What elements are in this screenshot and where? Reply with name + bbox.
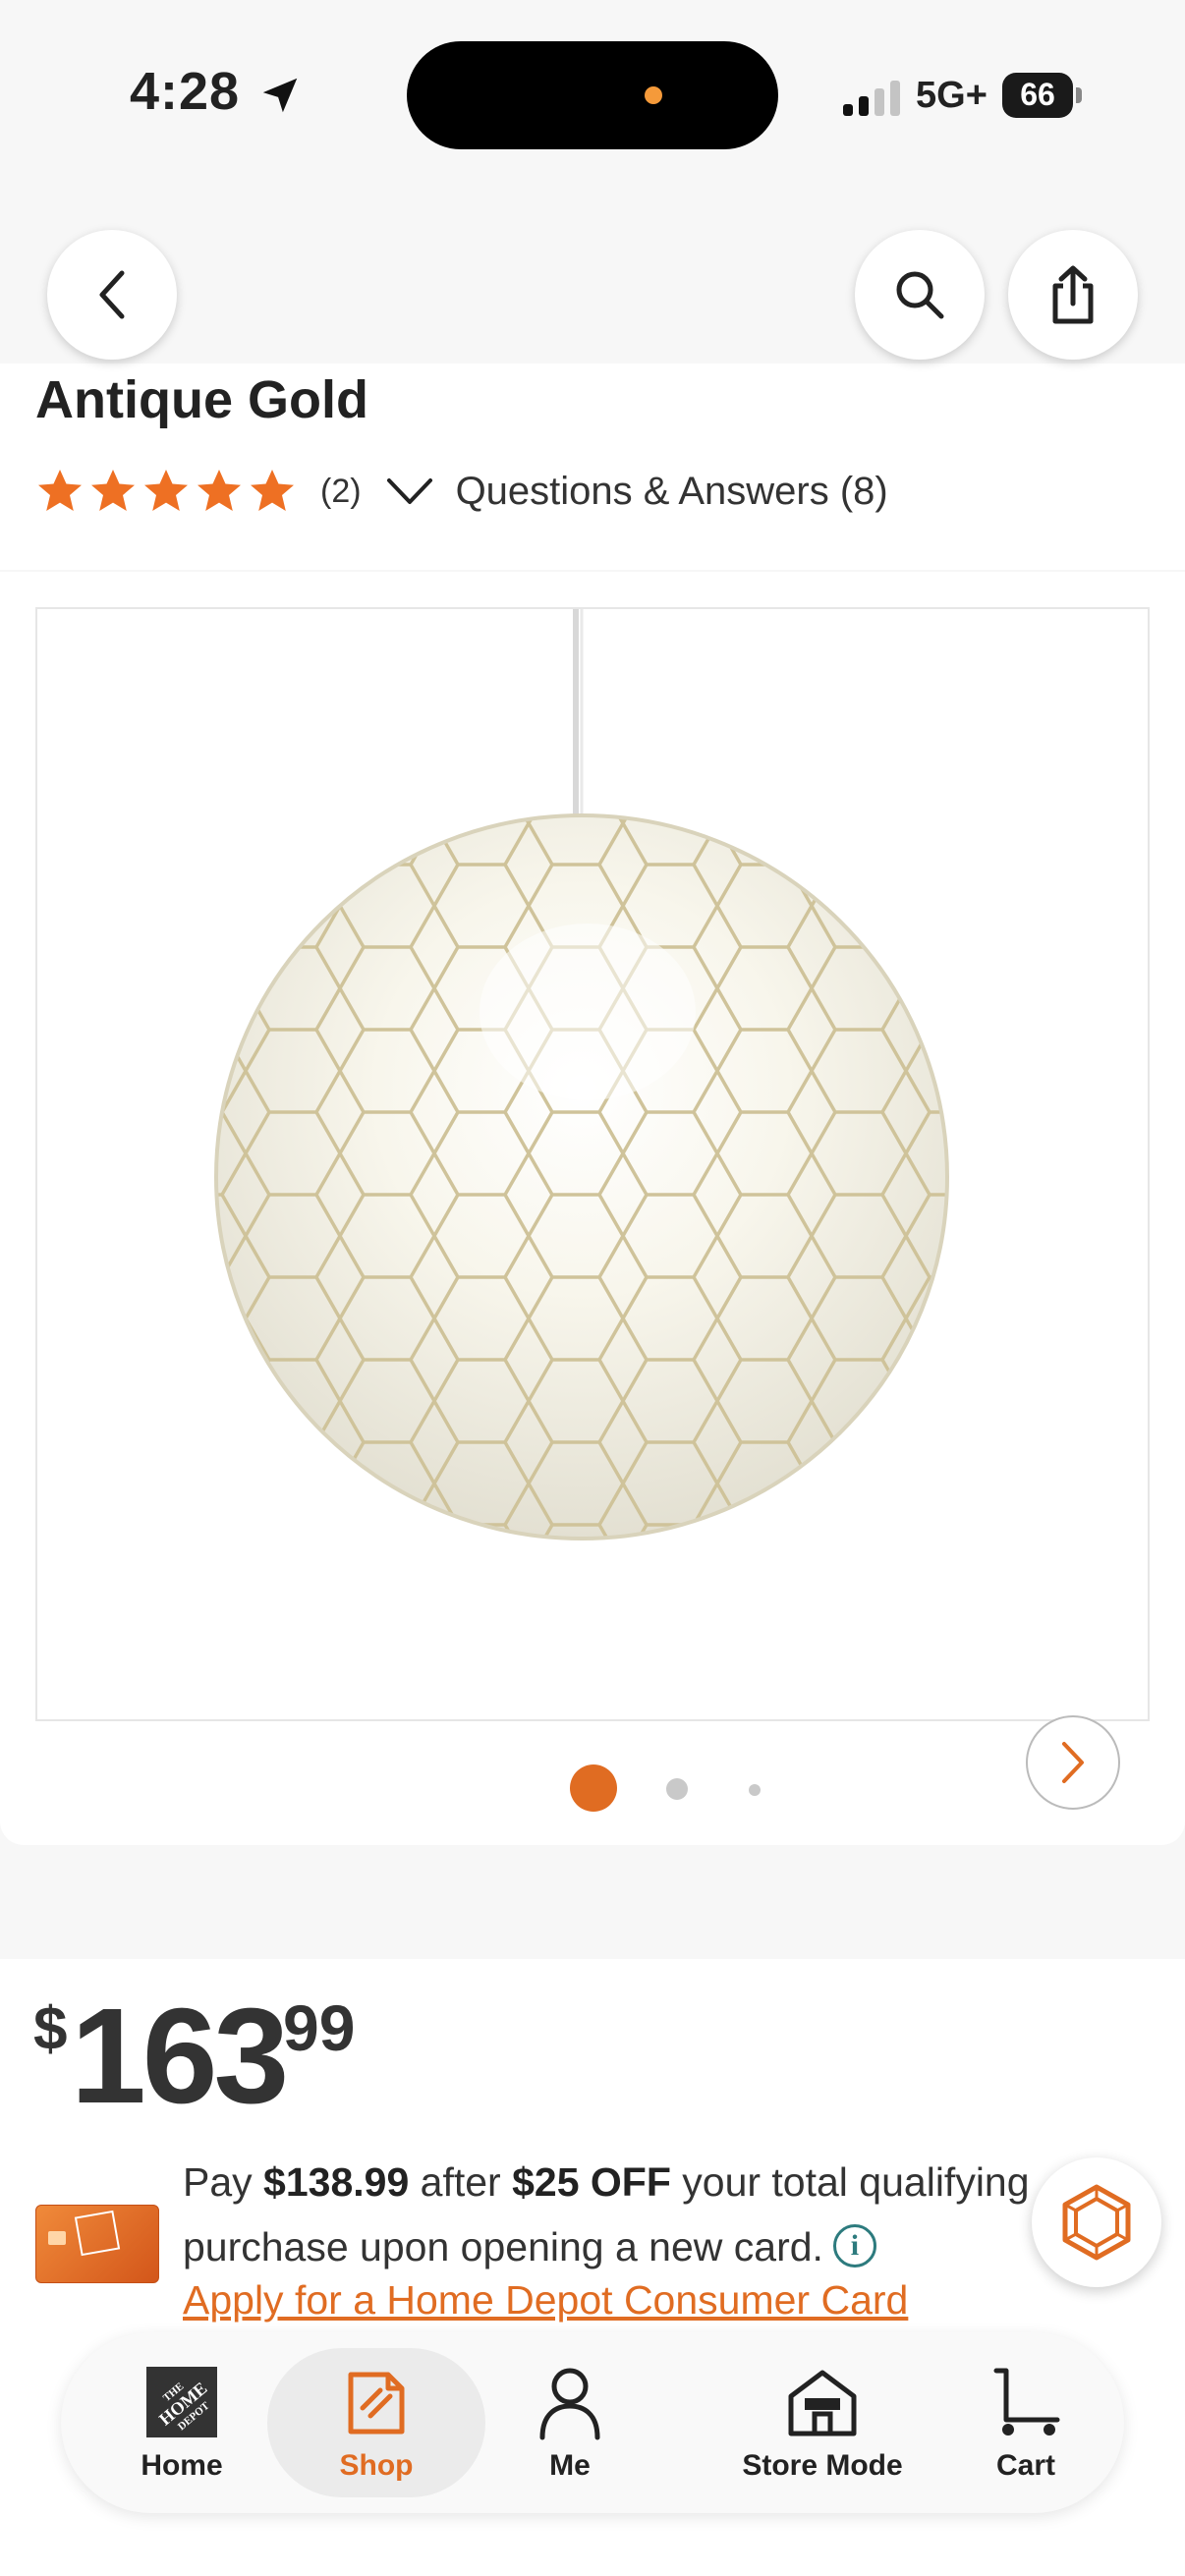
rating-stars	[35, 467, 297, 516]
chevron-down-icon[interactable]	[385, 476, 434, 506]
offer-discount: $25 OFF	[512, 2159, 671, 2205]
star-icon	[198, 470, 241, 511]
tab-label-me: Me	[549, 2449, 591, 2482]
bottom-tab-bar: THE HOME DEPOT Home Shop Me Store Mode C…	[61, 2332, 1124, 2513]
tab-me[interactable]: Me	[511, 2348, 629, 2497]
tab-home[interactable]: THE HOME DEPOT Home	[120, 2348, 244, 2497]
star-icon	[251, 470, 294, 511]
image-gallery	[0, 572, 1185, 1845]
back-button[interactable]	[47, 230, 177, 360]
product-image[interactable]	[35, 607, 1150, 1721]
status-time: 4:28	[130, 62, 241, 121]
cellular-signal-icon	[843, 81, 900, 116]
price-cents: 99	[283, 1991, 356, 2064]
tab-shop[interactable]: Shop	[267, 2348, 485, 2497]
credit-card-image	[35, 2205, 159, 2283]
star-icon	[144, 470, 188, 511]
questions-answers-link[interactable]: Questions & Answers (8)	[456, 470, 888, 514]
home-depot-logo-icon	[74, 2210, 121, 2257]
battery-icon: 66	[1002, 73, 1082, 118]
tab-label-store-mode: Store Mode	[742, 2449, 903, 2482]
review-count[interactable]: (2)	[320, 473, 362, 511]
hexagon-assistant-icon	[1062, 2184, 1131, 2261]
privacy-indicator-dot	[645, 86, 662, 104]
apply-card-link[interactable]: Apply for a Home Depot Consumer Card	[183, 2277, 908, 2324]
pagination-dot[interactable]	[749, 1784, 761, 1796]
dynamic-island	[407, 41, 778, 149]
tag-icon	[348, 2372, 405, 2435]
network-type: 5G+	[916, 75, 988, 116]
tab-label-shop: Shop	[339, 2449, 414, 2482]
rating-row[interactable]: (2) Questions & Answers (8)	[35, 462, 888, 521]
gallery-pagination	[0, 1757, 1185, 1816]
status-bar: 4:28 5G+ 66	[0, 0, 1185, 196]
price-currency: $	[33, 1995, 68, 2063]
location-arrow-icon	[262, 78, 298, 113]
info-icon[interactable]: i	[832, 2224, 876, 2268]
offer-pay-amount: $138.99	[263, 2159, 410, 2205]
card-offer-text: Pay $138.99 after $25 OFF your total qua…	[183, 2159, 1030, 2269]
share-icon	[1052, 265, 1094, 324]
pagination-dot[interactable]	[666, 1778, 688, 1800]
chevron-left-icon	[99, 270, 125, 319]
home-depot-logo-icon: THE HOME DEPOT	[146, 2367, 217, 2437]
product-header: Antique Gold (2) Questions & Answers (8)	[0, 364, 1185, 570]
pendant-lamp-image	[37, 609, 1148, 1719]
search-button[interactable]	[855, 230, 985, 360]
star-icon	[91, 470, 135, 511]
search-icon	[896, 271, 944, 319]
tab-label-cart: Cart	[995, 2449, 1055, 2482]
tab-store-mode[interactable]: Store Mode	[680, 2348, 965, 2497]
share-button[interactable]	[1008, 230, 1138, 360]
cart-icon	[993, 2368, 1060, 2436]
store-icon	[788, 2370, 857, 2436]
person-icon	[539, 2368, 600, 2440]
product-title: Antique Gold	[35, 370, 368, 429]
tab-cart[interactable]: Cart	[967, 2348, 1085, 2497]
star-icon	[38, 470, 82, 511]
assistant-button[interactable]	[1032, 2157, 1161, 2287]
battery-level: 66	[1020, 77, 1055, 112]
pagination-dot-active[interactable]	[570, 1764, 617, 1812]
price-dollars: 163	[71, 1981, 289, 2132]
tab-label-home: Home	[141, 2449, 223, 2482]
